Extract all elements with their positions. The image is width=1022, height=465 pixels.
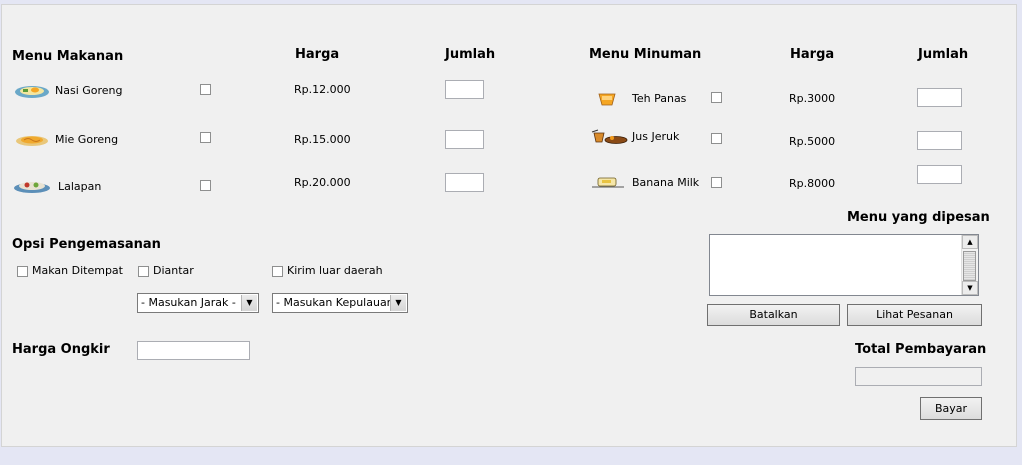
drink-item-price: Rp.3000 xyxy=(789,92,836,105)
mie-goreng-checkbox[interactable] xyxy=(200,132,211,143)
nasi-goreng-qty-input[interactable] xyxy=(445,80,484,99)
drink-item-label: Jus Jeruk xyxy=(632,130,680,143)
food-item-price: Rp.15.000 xyxy=(294,133,351,146)
distance-select-value: - Masukan Jarak - xyxy=(141,296,236,309)
pay-button[interactable]: Bayar xyxy=(920,397,982,420)
out-of-region-checkbox[interactable] xyxy=(272,266,283,277)
banana-milk-qty-input[interactable] xyxy=(917,165,962,184)
chevron-down-icon[interactable]: ▼ xyxy=(390,295,406,311)
distance-select[interactable]: - Masukan Jarak - ▼ xyxy=(137,293,259,313)
mie-goreng-qty-input[interactable] xyxy=(445,130,484,149)
shipping-cost-label: Harga Ongkir xyxy=(12,342,110,357)
nasi-goreng-icon xyxy=(15,86,49,98)
scroll-up-icon[interactable]: ▲ xyxy=(962,235,978,249)
drink-item-label: Banana Milk xyxy=(632,176,700,189)
delivery-checkbox[interactable] xyxy=(138,266,149,277)
teh-panas-checkbox[interactable] xyxy=(711,92,722,103)
ordered-menu-textarea[interactable]: ▲ ▼ xyxy=(709,234,979,296)
food-item-label: Mie Goreng xyxy=(55,133,119,146)
shipping-cost-input[interactable] xyxy=(137,341,250,360)
food-price-header: Harga xyxy=(295,47,340,62)
teh-panas-icon xyxy=(598,93,616,106)
jus-jeruk-qty-input[interactable] xyxy=(917,131,962,150)
dine-in-checkbox[interactable] xyxy=(17,266,28,277)
banana-milk-checkbox[interactable] xyxy=(711,177,722,188)
drink-item-price: Rp.5000 xyxy=(789,135,836,148)
delivery-label: Diantar xyxy=(153,264,194,277)
food-qty-header: Jumlah xyxy=(445,47,496,62)
total-payment-header: Total Pembayaran xyxy=(855,342,987,357)
drink-item-price: Rp.8000 xyxy=(789,177,836,190)
island-select[interactable]: - Masukan Kepulauan - ▼ xyxy=(272,293,408,313)
scroll-down-icon[interactable]: ▼ xyxy=(962,281,978,295)
banana-milk-icon xyxy=(592,177,624,188)
teh-panas-qty-input[interactable] xyxy=(917,88,962,107)
island-select-value: - Masukan Kepulauan - xyxy=(276,296,402,309)
chevron-down-icon[interactable]: ▼ xyxy=(241,295,257,311)
total-payment-field xyxy=(855,367,982,386)
cancel-button[interactable]: Batalkan xyxy=(707,304,840,326)
textarea-scrollbar[interactable]: ▲ ▼ xyxy=(961,235,978,295)
nasi-goreng-checkbox[interactable] xyxy=(200,84,211,95)
food-item-price: Rp.12.000 xyxy=(294,83,351,96)
order-form-panel: Menu Makanan Harga Jumlah Nasi Goreng Rp… xyxy=(1,4,1017,447)
drink-price-header: Harga xyxy=(790,47,835,62)
mie-goreng-icon xyxy=(16,136,48,146)
jus-jeruk-checkbox[interactable] xyxy=(711,133,722,144)
view-order-button[interactable]: Lihat Pesanan xyxy=(847,304,982,326)
food-item-price: Rp.20.000 xyxy=(294,176,351,189)
ordered-menu-header: Menu yang dipesan xyxy=(847,210,990,225)
food-item-label: Lalapan xyxy=(58,180,102,193)
lalapan-checkbox[interactable] xyxy=(200,180,211,191)
drink-menu-header: Menu Minuman xyxy=(589,47,702,62)
lalapan-qty-input[interactable] xyxy=(445,173,484,192)
food-menu-header: Menu Makanan xyxy=(12,49,124,64)
drink-qty-header: Jumlah xyxy=(918,47,969,62)
food-item-label: Nasi Goreng xyxy=(55,84,123,97)
packaging-header: Opsi Pengemasanan xyxy=(12,237,161,252)
dine-in-label: Makan Ditempat xyxy=(32,264,123,277)
lalapan-icon xyxy=(14,182,50,193)
scroll-thumb[interactable] xyxy=(963,251,976,281)
drink-item-label: Teh Panas xyxy=(632,92,687,105)
out-of-region-label: Kirim luar daerah xyxy=(287,264,383,277)
jus-jeruk-icon xyxy=(591,129,628,144)
